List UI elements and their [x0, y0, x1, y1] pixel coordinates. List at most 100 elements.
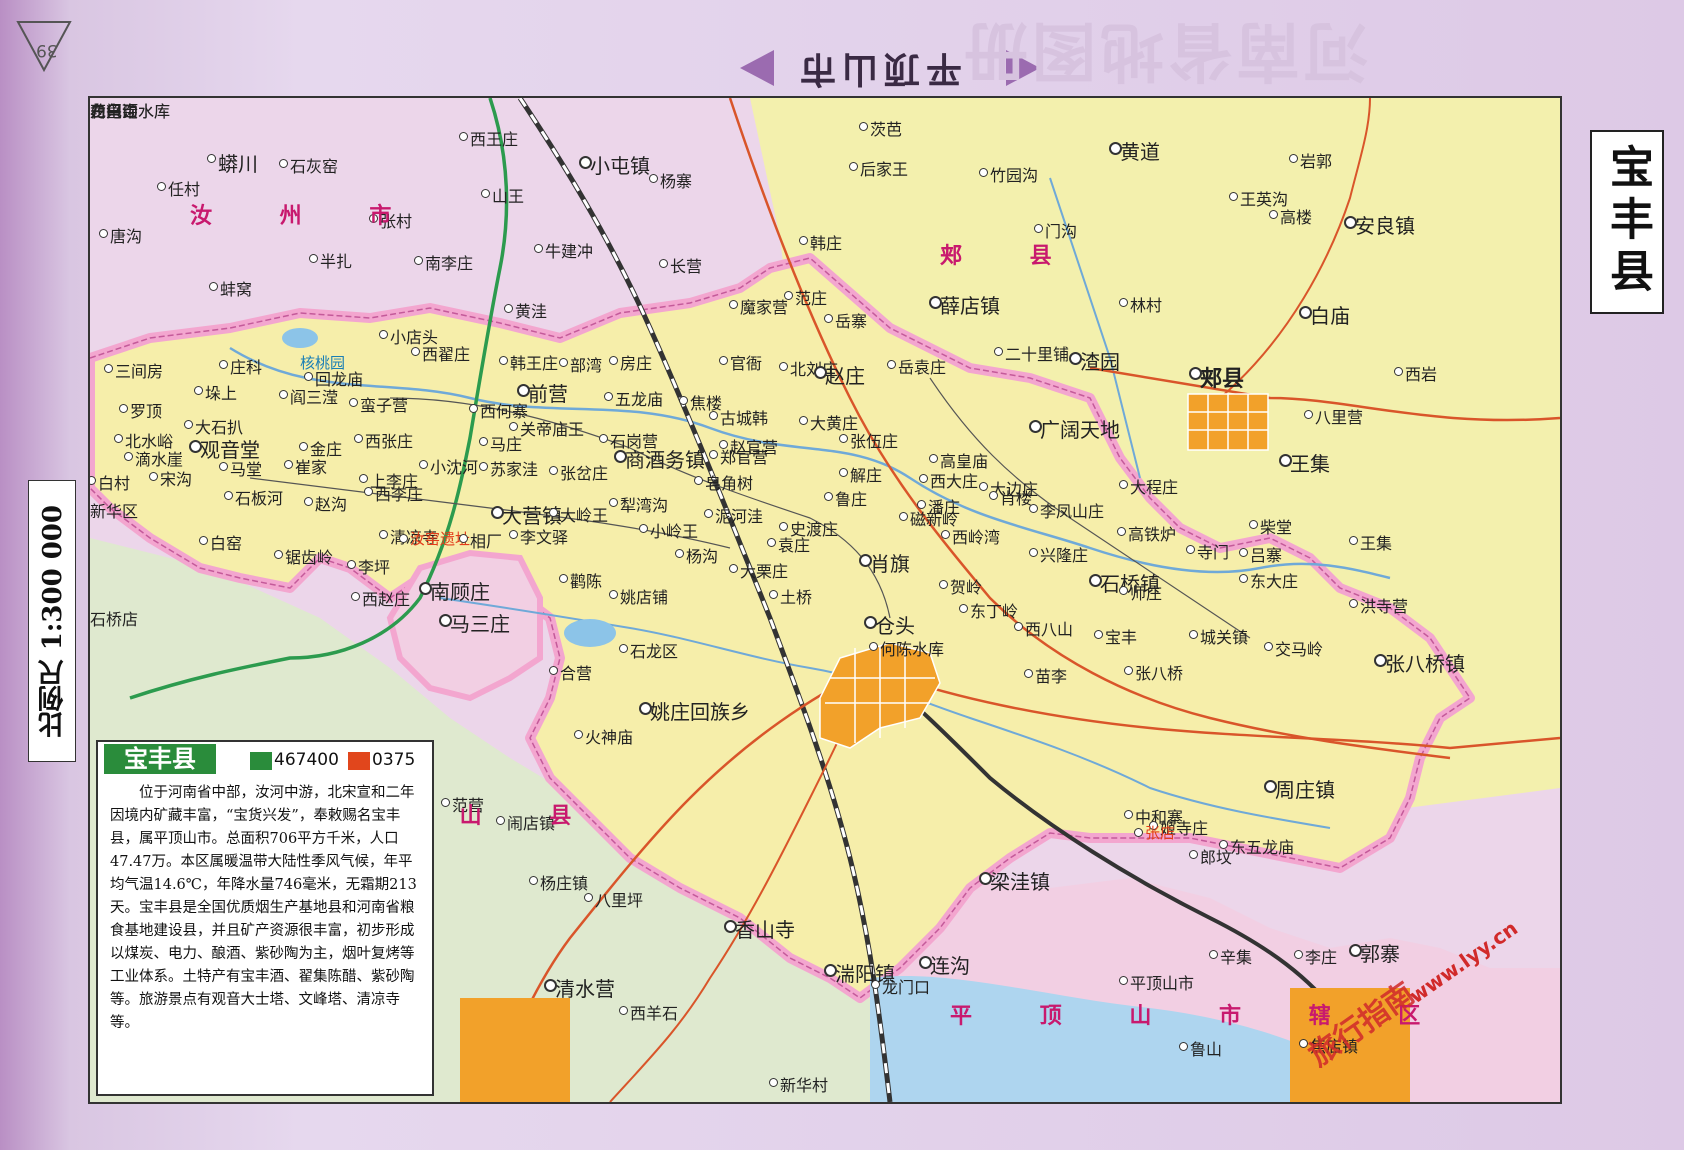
place-label: 石门沟	[90, 102, 139, 121]
info-header: 宝丰县 467400 0375	[98, 742, 432, 776]
area-code-value: 0375	[372, 750, 416, 770]
place-marker-icon	[864, 616, 877, 629]
place-label: 罗顶	[130, 402, 163, 421]
place-marker-icon	[1264, 780, 1277, 793]
place-marker-icon	[481, 189, 490, 198]
place-label: 广阔天地	[1040, 418, 1120, 442]
place-label: 师庄	[1130, 584, 1163, 603]
place-label: 香山寺	[735, 918, 795, 942]
place-label: 黄洼	[515, 302, 548, 321]
place-label: 吕寨	[1250, 546, 1283, 565]
place-label: 李坪	[358, 558, 391, 577]
place-marker-icon	[709, 450, 718, 459]
place-marker-icon	[509, 530, 518, 539]
place-marker-icon	[1109, 142, 1122, 155]
place-label: 西翟庄	[422, 345, 471, 364]
place-marker-icon	[719, 356, 728, 365]
place-label: 长营	[670, 257, 703, 276]
place-marker-icon	[639, 524, 648, 533]
place-label: 韩庄	[810, 234, 843, 253]
place-label: 城关镇	[1200, 628, 1249, 647]
place-label: 周庄镇	[1275, 778, 1335, 802]
page-number: 39	[36, 40, 58, 60]
place-label: 东大庄	[1250, 572, 1299, 591]
place-label: 商酒务镇	[625, 448, 705, 472]
place-label: 古城韩	[720, 409, 769, 428]
place-label: 白庙	[1310, 304, 1350, 328]
place-label: 姚店铺	[620, 588, 669, 607]
place-label: 合营	[560, 664, 593, 683]
place-marker-icon	[1304, 410, 1313, 419]
place-label: 平顶山市	[1130, 974, 1195, 993]
place-marker-icon	[1249, 520, 1258, 529]
place-marker-icon	[1179, 1042, 1188, 1051]
place-marker-icon	[224, 491, 233, 500]
place-marker-icon	[1189, 630, 1198, 639]
page-number-badge: 39	[14, 14, 74, 74]
place-label: 鲁山	[1190, 1040, 1223, 1059]
place-label: 兴隆庄	[1040, 546, 1089, 565]
place-marker-icon	[359, 474, 368, 483]
place-label: 三间房	[115, 362, 164, 381]
place-label: 茨芭	[870, 120, 903, 139]
place-marker-icon	[349, 398, 358, 407]
place-marker-icon	[304, 497, 313, 506]
place-marker-icon	[219, 462, 228, 471]
place-label: 二十里铺	[1005, 345, 1070, 364]
place-marker-icon	[517, 384, 530, 397]
place-marker-icon	[459, 132, 468, 141]
place-label: 何陈水库	[880, 640, 945, 659]
place-marker-icon	[1119, 480, 1128, 489]
place-marker-icon	[1189, 850, 1198, 859]
place-label: 石板河	[235, 489, 284, 508]
place-marker-icon	[1089, 574, 1102, 587]
place-label: 白村	[98, 474, 131, 493]
banner-left-arrow-icon	[740, 50, 774, 86]
place-label: 张店	[1145, 824, 1176, 842]
info-description: 位于河南省中部，汝河中游，北宋宣和二年因境内矿藏丰富，“宝货兴发”，奉敕赐名宝丰…	[110, 785, 417, 1031]
place-label: 薛店镇	[940, 294, 1000, 318]
place-marker-icon	[609, 356, 618, 365]
place-marker-icon	[917, 500, 926, 509]
place-label: 杨庄镇	[540, 874, 589, 893]
city-title: 平顶山市	[794, 48, 963, 90]
place-label: 西赵庄	[362, 590, 411, 609]
place-label: 高铁炉	[1128, 525, 1177, 544]
place-marker-icon	[779, 522, 788, 531]
place-marker-icon	[929, 454, 938, 463]
place-marker-icon	[209, 282, 218, 291]
place-label: 郭寨	[1360, 942, 1400, 966]
place-marker-icon	[419, 460, 428, 469]
place-marker-icon	[1239, 574, 1248, 583]
place-label: 梁洼镇	[990, 870, 1050, 894]
place-marker-icon	[574, 730, 583, 739]
place-marker-icon	[414, 256, 423, 265]
place-marker-icon	[1024, 669, 1033, 678]
county-title-box: 宝丰县	[1590, 130, 1664, 314]
place-label: 泥河洼	[715, 507, 764, 526]
place-marker-icon	[504, 304, 513, 313]
place-label: 竹园沟	[990, 166, 1039, 185]
place-label: 苏家洼	[490, 460, 539, 479]
county-title: 宝丰县	[1602, 144, 1653, 300]
place-marker-icon	[529, 876, 538, 885]
place-label: 李文驿	[520, 528, 569, 547]
place-label: 核桃园	[300, 354, 346, 372]
place-label: 石龙区	[630, 642, 679, 661]
place-label: 焦楼	[690, 394, 723, 413]
place-label: 西羊石	[630, 1004, 679, 1023]
place-marker-icon	[199, 536, 208, 545]
scale-box: 比例尺 1:300 000	[28, 480, 76, 762]
place-marker-icon	[799, 416, 808, 425]
place-marker-icon	[694, 476, 703, 485]
place-label: 唐沟	[110, 227, 143, 246]
place-marker-icon	[479, 462, 488, 471]
place-marker-icon	[704, 509, 713, 518]
place-label: 郎坟	[1200, 848, 1233, 867]
code-legend-swatch	[348, 752, 370, 770]
place-label: 锯齿岭	[285, 548, 334, 567]
place-marker-icon	[919, 474, 928, 483]
place-label: 贺岭	[950, 578, 983, 597]
place-marker-icon	[124, 452, 133, 461]
place-label: 南顾庄	[430, 580, 490, 604]
